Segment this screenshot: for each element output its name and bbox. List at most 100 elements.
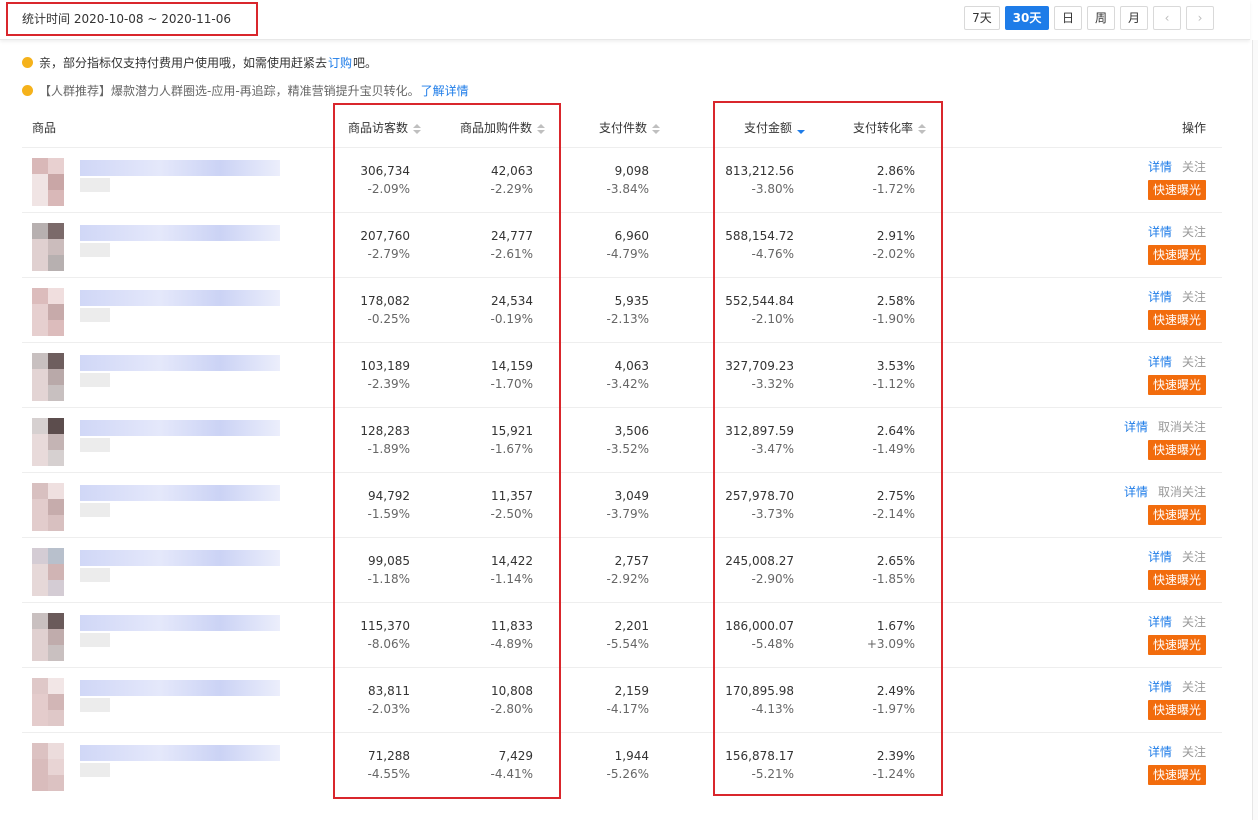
col-amount-header[interactable]: 支付金额: [744, 108, 806, 148]
amount-cell-value: 257,978.70: [725, 489, 794, 503]
table-row: 207,760 -2.79% 24,777 -2.61% 6,960 -4.79% 588,…: [22, 212, 1222, 277]
items-cell-change: -4.79%: [606, 247, 649, 261]
visitors-cell: 306,734 -2.09%: [360, 162, 410, 198]
rate-cell-value: 2.86%: [876, 164, 915, 178]
subscribe-link[interactable]: 订购: [328, 54, 352, 71]
detail-link[interactable]: 详情: [1148, 680, 1172, 694]
product-name-blurred[interactable]: [80, 615, 280, 631]
product-name-blurred[interactable]: [80, 290, 280, 306]
period-week-button[interactable]: 周: [1087, 6, 1115, 30]
period-selector: 7天 30天 日 周 月 ‹ ›: [959, 6, 1214, 30]
product-thumbnail[interactable]: [32, 158, 80, 206]
amount-cell-value: 552,544.84: [725, 294, 794, 308]
prev-period-button[interactable]: ‹: [1153, 6, 1181, 30]
detail-link[interactable]: 详情: [1124, 485, 1148, 499]
row-actions: 详情 关注快速曝光: [1096, 223, 1206, 265]
product-name-blurred[interactable]: [80, 420, 280, 436]
rate-cell: 2.49% -1.97%: [873, 682, 915, 718]
follow-link[interactable]: 关注: [1182, 225, 1206, 239]
cart-cell-change: -4.89%: [490, 637, 533, 651]
visitors-cell-value: 306,734: [360, 164, 410, 178]
next-period-button[interactable]: ›: [1186, 6, 1214, 30]
quick-expose-button[interactable]: 快速曝光: [1147, 310, 1206, 330]
product-name-blurred[interactable]: [80, 225, 280, 241]
product-thumbnail[interactable]: [32, 678, 80, 726]
items-cell-value: 2,159: [614, 684, 649, 698]
quick-expose-button[interactable]: 快速曝光: [1147, 505, 1206, 525]
product-name-blurred[interactable]: [80, 745, 280, 761]
visitors-cell-change: -4.55%: [367, 767, 410, 781]
detail-link[interactable]: 详情: [1148, 290, 1172, 304]
quick-expose-button[interactable]: 快速曝光: [1147, 570, 1206, 590]
amount-cell-change: -2.10%: [751, 312, 794, 326]
product-thumbnail[interactable]: [32, 288, 80, 336]
learn-more-link[interactable]: 了解详情: [421, 82, 469, 99]
product-thumbnail[interactable]: [32, 548, 80, 596]
product-thumbnail[interactable]: [32, 613, 80, 661]
rate-cell-change: -1.24%: [872, 767, 915, 781]
scrollbar[interactable]: [1252, 40, 1258, 820]
detail-link[interactable]: 详情: [1148, 225, 1172, 239]
col-items-header[interactable]: 支付件数: [599, 108, 661, 148]
period-month-button[interactable]: 月: [1120, 6, 1148, 30]
period-7d-button[interactable]: 7天: [964, 6, 1000, 30]
quick-expose-button[interactable]: 快速曝光: [1147, 440, 1206, 460]
follow-link[interactable]: 关注: [1182, 160, 1206, 174]
follow-link[interactable]: 关注: [1182, 550, 1206, 564]
product-thumbnail[interactable]: [32, 353, 80, 401]
rate-cell-change: -1.49%: [872, 442, 915, 456]
cart-cell-change: -1.67%: [490, 442, 533, 456]
rate-cell-value: 2.65%: [876, 554, 915, 568]
detail-link[interactable]: 详情: [1124, 420, 1148, 434]
cart-cell-change: -2.61%: [490, 247, 533, 261]
quick-expose-button[interactable]: 快速曝光: [1147, 375, 1206, 395]
product-name-blurred[interactable]: [80, 485, 280, 501]
detail-link[interactable]: 详情: [1148, 355, 1172, 369]
follow-link[interactable]: 关注: [1182, 615, 1206, 629]
rate-cell-value: 2.75%: [876, 489, 915, 503]
items-cell-value: 6,960: [614, 229, 649, 243]
quick-expose-button[interactable]: 快速曝光: [1147, 245, 1206, 265]
product-meta-blurred: [80, 373, 110, 387]
col-visitors-header[interactable]: 商品访客数: [348, 108, 422, 148]
product-name-blurred[interactable]: [80, 680, 280, 696]
follow-link[interactable]: 关注: [1182, 355, 1206, 369]
quick-expose-button[interactable]: 快速曝光: [1147, 765, 1206, 785]
product-name-blurred[interactable]: [80, 550, 280, 566]
product-name-blurred[interactable]: [80, 160, 280, 176]
quick-expose-button[interactable]: 快速曝光: [1147, 180, 1206, 200]
cart-cell: 10,808 -2.80%: [491, 682, 533, 718]
product-thumbnail[interactable]: [32, 483, 80, 531]
product-name-blurred[interactable]: [80, 355, 280, 371]
detail-link[interactable]: 详情: [1148, 615, 1172, 629]
table-row: 71,288 -4.55% 7,429 -4.41% 1,944 -5.26% 156,87…: [22, 732, 1222, 797]
follow-link[interactable]: 关注: [1182, 745, 1206, 759]
amount-cell-value: 170,895.98: [725, 684, 794, 698]
detail-link[interactable]: 详情: [1148, 745, 1172, 759]
cart-cell-value: 42,063: [491, 164, 533, 178]
table-row: 99,085 -1.18% 14,422 -1.14% 2,757 -2.92% 245,0…: [22, 537, 1222, 602]
info-icon: [22, 85, 33, 96]
product-thumbnail[interactable]: [32, 223, 80, 271]
detail-link[interactable]: 详情: [1148, 160, 1172, 174]
col-rate-header[interactable]: 支付转化率: [853, 108, 927, 148]
follow-link[interactable]: 取消关注: [1158, 420, 1206, 434]
items-cell-value: 5,935: [614, 294, 649, 308]
rate-cell-change: -1.97%: [872, 702, 915, 716]
col-cart-header[interactable]: 商品加购件数: [460, 108, 546, 148]
follow-link[interactable]: 关注: [1182, 290, 1206, 304]
amount-cell-value: 588,154.72: [725, 229, 794, 243]
product-thumbnail[interactable]: [32, 743, 80, 791]
follow-link[interactable]: 取消关注: [1158, 485, 1206, 499]
product-thumbnail[interactable]: [32, 418, 80, 466]
detail-link[interactable]: 详情: [1148, 550, 1172, 564]
quick-expose-button[interactable]: 快速曝光: [1147, 635, 1206, 655]
visitors-cell: 99,085 -1.18%: [368, 552, 410, 588]
period-30d-button[interactable]: 30天: [1005, 6, 1049, 30]
rate-cell-change: -1.85%: [872, 572, 915, 586]
follow-link[interactable]: 关注: [1182, 680, 1206, 694]
period-day-button[interactable]: 日: [1054, 6, 1082, 30]
items-cell-change: -3.84%: [606, 182, 649, 196]
amount-cell-value: 245,008.27: [725, 554, 794, 568]
quick-expose-button[interactable]: 快速曝光: [1147, 700, 1206, 720]
